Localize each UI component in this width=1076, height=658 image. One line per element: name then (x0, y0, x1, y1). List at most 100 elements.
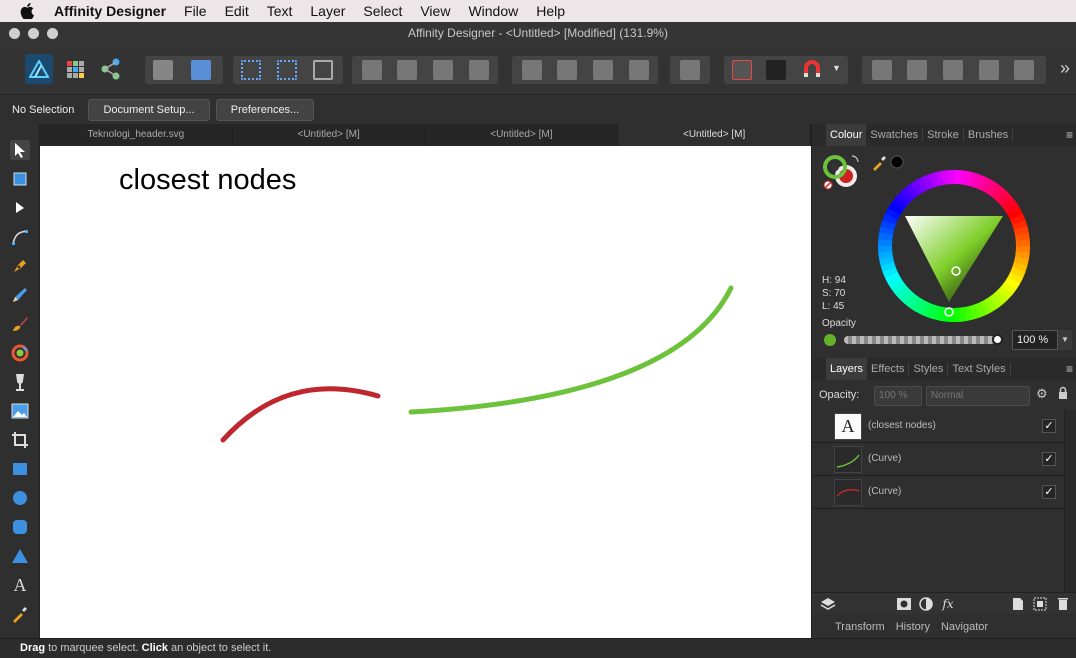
artistic-text-tool-icon[interactable]: A (10, 575, 30, 595)
tab-navigator[interactable]: Navigator (936, 621, 994, 633)
move-to-front-icon[interactable] (469, 60, 489, 80)
fx-layer-effects-icon[interactable]: fx (940, 596, 956, 612)
place-image-icon[interactable] (153, 60, 173, 80)
move-to-back-icon[interactable] (362, 60, 382, 80)
zoom-window-button[interactable] (47, 28, 58, 39)
colour-panel-menu-icon[interactable]: ≡ (1066, 128, 1073, 142)
layers-scrollbar[interactable] (1064, 410, 1076, 592)
menu-app-name[interactable]: Affinity Designer (44, 0, 175, 22)
layer-settings-gear-icon[interactable]: ⚙ (1036, 386, 1048, 402)
blend-mode-select[interactable]: Normal (926, 386, 1030, 406)
rotate-right-icon[interactable] (629, 60, 649, 80)
lock-icon[interactable] (1058, 386, 1068, 405)
menu-help[interactable]: Help (527, 0, 574, 22)
tab-effects[interactable]: Effects (867, 363, 910, 375)
pencil-tool-icon[interactable] (10, 285, 30, 305)
menu-edit[interactable]: Edit (216, 0, 258, 22)
align-icon[interactable] (680, 60, 700, 80)
export-persona-icon[interactable] (100, 58, 122, 80)
menu-layer[interactable]: Layer (301, 0, 354, 22)
tab-swatches[interactable]: Swatches (866, 129, 924, 141)
doc-tab-1[interactable]: Teknologi_header.svg (40, 124, 233, 146)
tab-history[interactable]: History (891, 621, 936, 633)
move-back-one-icon[interactable] (397, 60, 417, 80)
layer-visibility-checkbox[interactable]: ✓ (1042, 485, 1056, 499)
artboard-tool-icon[interactable] (10, 169, 30, 189)
layer-visibility-checkbox[interactable]: ✓ (1042, 452, 1056, 466)
move-forward-one-icon[interactable] (433, 60, 453, 80)
apple-icon[interactable] (16, 0, 38, 22)
mask-layer-icon[interactable] (896, 596, 912, 612)
menu-view[interactable]: View (411, 0, 459, 22)
point-transform-tool-icon[interactable] (10, 227, 30, 247)
add-pixel-layer-icon[interactable] (1010, 596, 1026, 612)
menu-file[interactable]: File (175, 0, 216, 22)
tab-layers[interactable]: Layers (826, 358, 868, 380)
grid-icon[interactable] (732, 60, 752, 80)
crop-tool-icon[interactable] (10, 430, 30, 450)
tab-transform[interactable]: Transform (830, 621, 891, 633)
flip-horizontal-icon[interactable] (522, 60, 542, 80)
pixel-alignment-icon[interactable] (766, 60, 786, 80)
rounded-rectangle-tool-icon[interactable] (10, 517, 30, 537)
panel-grip-icon[interactable] (812, 124, 826, 146)
rectangle-tool-icon[interactable] (10, 459, 30, 479)
transform-mode-icon[interactable] (241, 60, 261, 80)
pixel-persona-icon[interactable] (64, 58, 86, 80)
tab-colour[interactable]: Colour (826, 124, 867, 146)
corner-mode-icon[interactable] (277, 60, 297, 80)
add-geometry-icon[interactable] (872, 60, 892, 80)
snapping-magnet-icon[interactable] (802, 60, 822, 80)
assets-icon[interactable] (191, 60, 211, 80)
fill-stroke-swatch[interactable] (822, 154, 872, 194)
node-tool-icon[interactable] (10, 198, 30, 218)
colour-picker-tool-icon[interactable] (10, 604, 30, 624)
layer-row-green-curve[interactable]: (Curve) ✓ (812, 443, 1064, 476)
intersect-geometry-icon[interactable] (943, 60, 963, 80)
place-image-tool-icon[interactable] (10, 401, 30, 421)
tab-styles[interactable]: Styles (909, 363, 949, 375)
toolbar-overflow-icon[interactable]: » (1060, 58, 1070, 79)
transparency-tool-icon[interactable] (10, 372, 30, 392)
subtract-geometry-icon[interactable] (907, 60, 927, 80)
flip-vertical-icon[interactable] (557, 60, 577, 80)
brush-tool-icon[interactable] (10, 314, 30, 334)
tab-text-styles[interactable]: Text Styles (948, 363, 1011, 375)
doc-tab-3[interactable]: <Untitled> [M] (426, 124, 619, 146)
fill-tool-icon[interactable] (10, 343, 30, 363)
snapping-dropdown-icon[interactable]: ▼ (832, 63, 841, 73)
minimize-window-button[interactable] (28, 28, 39, 39)
opacity-input[interactable]: 100 % (1012, 330, 1058, 350)
xor-geometry-icon[interactable] (979, 60, 999, 80)
tab-stroke[interactable]: Stroke (923, 129, 964, 141)
divide-geometry-icon[interactable] (1014, 60, 1034, 80)
doc-tab-2[interactable]: <Untitled> [M] (233, 124, 426, 146)
layer-opacity-input[interactable]: 100 % (874, 386, 922, 406)
menu-window[interactable]: Window (459, 0, 527, 22)
red-curve[interactable] (220, 386, 381, 443)
document-setup-button[interactable]: Document Setup... (88, 99, 210, 121)
layers-panel-menu-icon[interactable]: ≡ (1066, 362, 1073, 376)
menu-select[interactable]: Select (354, 0, 411, 22)
doc-tab-4[interactable]: <Untitled> [M] (618, 124, 811, 146)
pen-tool-icon[interactable] (10, 256, 30, 276)
preferences-button[interactable]: Preferences... (216, 99, 314, 121)
panel-grip-icon[interactable] (812, 358, 826, 380)
close-window-button[interactable] (9, 28, 20, 39)
menu-text[interactable]: Text (258, 0, 302, 22)
layer-row-text[interactable]: A (closest nodes) ✓ (812, 410, 1064, 443)
hue-ring-segment[interactable] (947, 170, 956, 187)
layer-row-red-curve[interactable]: (Curve) ✓ (812, 476, 1064, 509)
rotate-left-icon[interactable] (593, 60, 613, 80)
designer-persona-icon[interactable] (25, 54, 53, 84)
document-canvas[interactable]: closest nodes (40, 146, 811, 638)
layer-visibility-checkbox[interactable]: ✓ (1042, 419, 1056, 433)
opacity-slider[interactable] (844, 336, 996, 344)
triangle-tool-icon[interactable] (10, 546, 30, 566)
opacity-slider-thumb[interactable] (992, 334, 1003, 345)
delete-layer-trash-icon[interactable] (1055, 596, 1071, 612)
tab-brushes[interactable]: Brushes (964, 129, 1014, 141)
move-tool-icon[interactable] (10, 140, 30, 160)
hsl-colour-wheel[interactable] (874, 166, 1034, 326)
layers-stack-icon[interactable] (820, 596, 836, 612)
